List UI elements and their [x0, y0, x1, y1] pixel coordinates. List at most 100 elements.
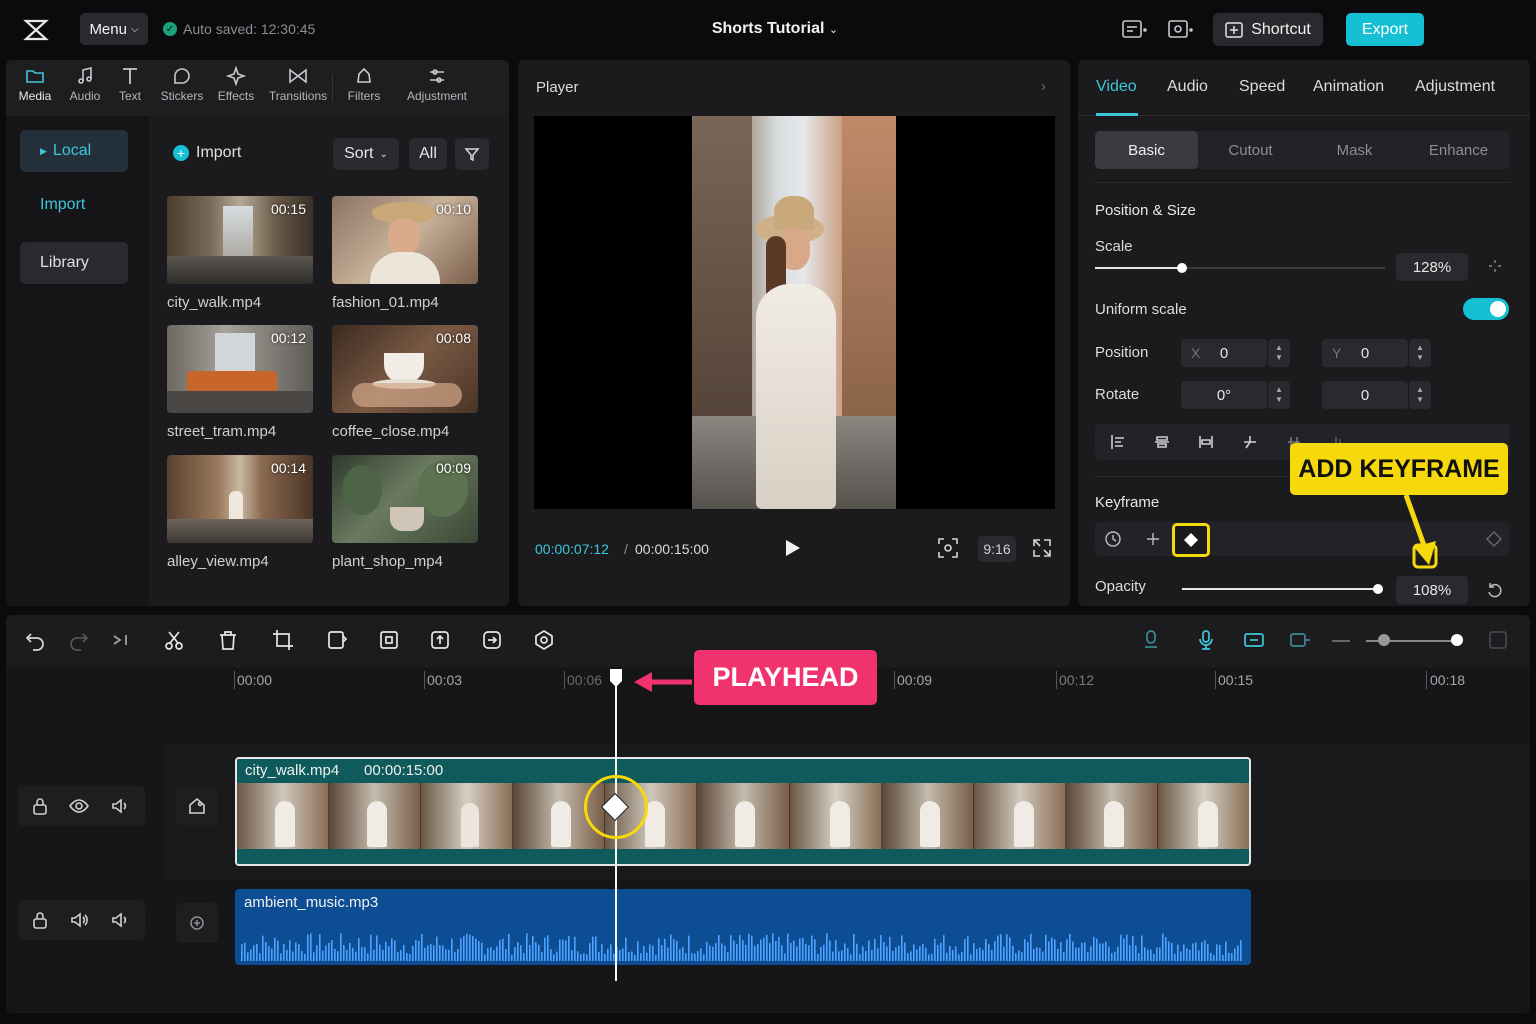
reverse-icon[interactable] [326, 629, 348, 651]
zoom-out-icon[interactable] [1332, 640, 1350, 642]
magnet-icon[interactable] [1140, 629, 1162, 651]
fullscreen-icon[interactable] [1031, 537, 1053, 559]
aspect-ratio-button[interactable]: 9:16 [978, 536, 1016, 562]
tab-media[interactable]: Media [16, 66, 54, 112]
rotate-secondary-field[interactable]: 0 [1322, 381, 1408, 409]
filter-button[interactable] [455, 138, 489, 170]
tab-speed[interactable]: Speed [1239, 78, 1285, 96]
align-left-icon[interactable] [1109, 433, 1127, 451]
media-item[interactable]: 00:08 coffee_close.mp4 [332, 325, 478, 440]
subtab-enhance[interactable]: Enhance [1407, 131, 1510, 169]
import-button[interactable]: + Import [173, 144, 241, 162]
opacity-value-field[interactable]: 108% [1396, 576, 1468, 604]
fit-timeline-icon[interactable] [1487, 629, 1509, 651]
subtab-cutout[interactable]: Cutout [1199, 131, 1302, 169]
screen-record-icon[interactable] [1167, 18, 1193, 40]
zoom-slider-knob[interactable] [1378, 634, 1390, 646]
opacity-slider-knob[interactable] [1373, 584, 1383, 594]
tab-adjustment[interactable]: Adjustment [400, 66, 474, 112]
undo-reset-icon[interactable] [1486, 581, 1504, 599]
preview-axis-icon[interactable] [1289, 629, 1311, 651]
align-top-icon[interactable] [1241, 433, 1259, 451]
media-item[interactable]: 00:09 plant_shop_mp4 [332, 455, 478, 570]
align-center-horizontal-icon[interactable] [1153, 433, 1171, 451]
media-duration: 00:08 [435, 330, 471, 346]
redo-icon[interactable] [68, 629, 90, 651]
media-item[interactable]: 00:14 alley_view.mp4 [167, 455, 313, 570]
freeze-frame-icon[interactable] [378, 629, 400, 651]
media-item[interactable]: 00:15 city_walk.mp4 [167, 196, 313, 311]
uniform-scale-toggle[interactable] [1463, 298, 1509, 320]
tab-filters-label: Filters [347, 89, 381, 103]
side-item-library[interactable]: Library [20, 242, 128, 284]
plus-icon[interactable] [1144, 530, 1162, 548]
media-thumbnail: 00:09 [332, 455, 478, 543]
scale-slider-knob[interactable] [1177, 263, 1187, 273]
player-screen[interactable] [534, 116, 1055, 509]
play-icon[interactable] [782, 538, 802, 558]
tab-video[interactable]: Video [1096, 78, 1137, 96]
tab-effects[interactable]: Effects [214, 66, 258, 112]
audio-extra-button[interactable] [176, 903, 218, 943]
auto-cut-icon[interactable] [533, 629, 555, 651]
scissors-icon[interactable] [163, 629, 185, 651]
playhead-handle-icon[interactable] [609, 668, 623, 688]
position-x-stepper[interactable]: ▲ ▼ [1268, 339, 1290, 367]
video-clip-header: city_walk.mp4 00:00:15:00 [237, 759, 1249, 783]
speaker-icon[interactable] [110, 910, 130, 930]
mirror-icon[interactable] [429, 629, 451, 651]
shortcut-button[interactable]: Shortcut [1213, 13, 1323, 46]
link-clips-icon[interactable] [1243, 629, 1265, 651]
reset-icon[interactable] [1487, 258, 1503, 274]
export-button[interactable]: Export [1346, 13, 1424, 46]
opacity-value: 108% [1412, 581, 1452, 599]
video-clip[interactable]: city_walk.mp4 00:00:15:00 [235, 757, 1251, 866]
tab-transitions[interactable]: Transitions [266, 66, 330, 112]
cover-button[interactable] [176, 786, 218, 826]
tab-text[interactable]: Text [116, 66, 144, 112]
tab-audio-props[interactable]: Audio [1167, 78, 1208, 96]
media-name: coffee_close.mp4 [332, 423, 450, 440]
microphone-icon[interactable] [1195, 629, 1217, 651]
sort-dropdown[interactable]: Sort ⌄ [333, 138, 399, 170]
position-y-field[interactable]: Y 0 [1322, 339, 1408, 367]
media-item[interactable]: 00:10 fashion_01.mp4 [332, 196, 478, 311]
lock-icon[interactable] [30, 910, 50, 930]
rotate-field[interactable]: 0° [1181, 381, 1267, 409]
keyframe-nav-icon[interactable] [1485, 530, 1503, 548]
add-keyframe-button[interactable] [1172, 523, 1210, 557]
all-filter-button[interactable]: All [409, 138, 447, 170]
tab-filters[interactable]: Filters [344, 66, 384, 112]
tab-adjustment-props[interactable]: Adjustment [1415, 78, 1495, 96]
music-note-icon [78, 66, 92, 84]
crop-frame-icon[interactable] [937, 537, 959, 559]
speaker-icon[interactable] [110, 796, 130, 816]
undo-icon[interactable] [24, 629, 46, 651]
rotate-secondary-stepper[interactable]: ▲ ▼ [1409, 381, 1431, 409]
audio-clip[interactable]: ambient_music.mp3 [235, 889, 1251, 965]
side-item-local[interactable]: ▶ Local [20, 130, 128, 172]
scale-value-field[interactable]: 128% [1396, 253, 1468, 281]
subtab-basic[interactable]: Basic [1095, 131, 1198, 169]
clock-icon[interactable] [1104, 530, 1122, 548]
align-right-icon[interactable] [1197, 433, 1215, 451]
lock-icon[interactable] [30, 796, 50, 816]
zoom-slider-end-knob[interactable] [1451, 634, 1463, 646]
volume-icon[interactable] [69, 910, 89, 930]
tab-animation[interactable]: Animation [1313, 78, 1384, 96]
chevron-right-icon[interactable]: › [1041, 78, 1046, 96]
position-x-field[interactable]: X 0 [1181, 339, 1267, 367]
split-icon[interactable] [110, 629, 132, 651]
tab-audio[interactable]: Audio [66, 66, 104, 112]
side-item-import[interactable]: Import [20, 184, 128, 226]
rotate-stepper[interactable]: ▲ ▼ [1268, 381, 1290, 409]
crop-icon[interactable] [272, 629, 294, 651]
subtab-mask[interactable]: Mask [1303, 131, 1406, 169]
media-item[interactable]: 00:12 street_tram.mp4 [167, 325, 313, 440]
eye-icon[interactable] [69, 796, 89, 816]
position-y-stepper[interactable]: ▲ ▼ [1409, 339, 1431, 367]
tab-stickers[interactable]: Stickers [157, 66, 207, 112]
replace-icon[interactable] [481, 629, 503, 651]
layout-icon[interactable] [1121, 18, 1147, 40]
trash-icon[interactable] [217, 629, 239, 651]
